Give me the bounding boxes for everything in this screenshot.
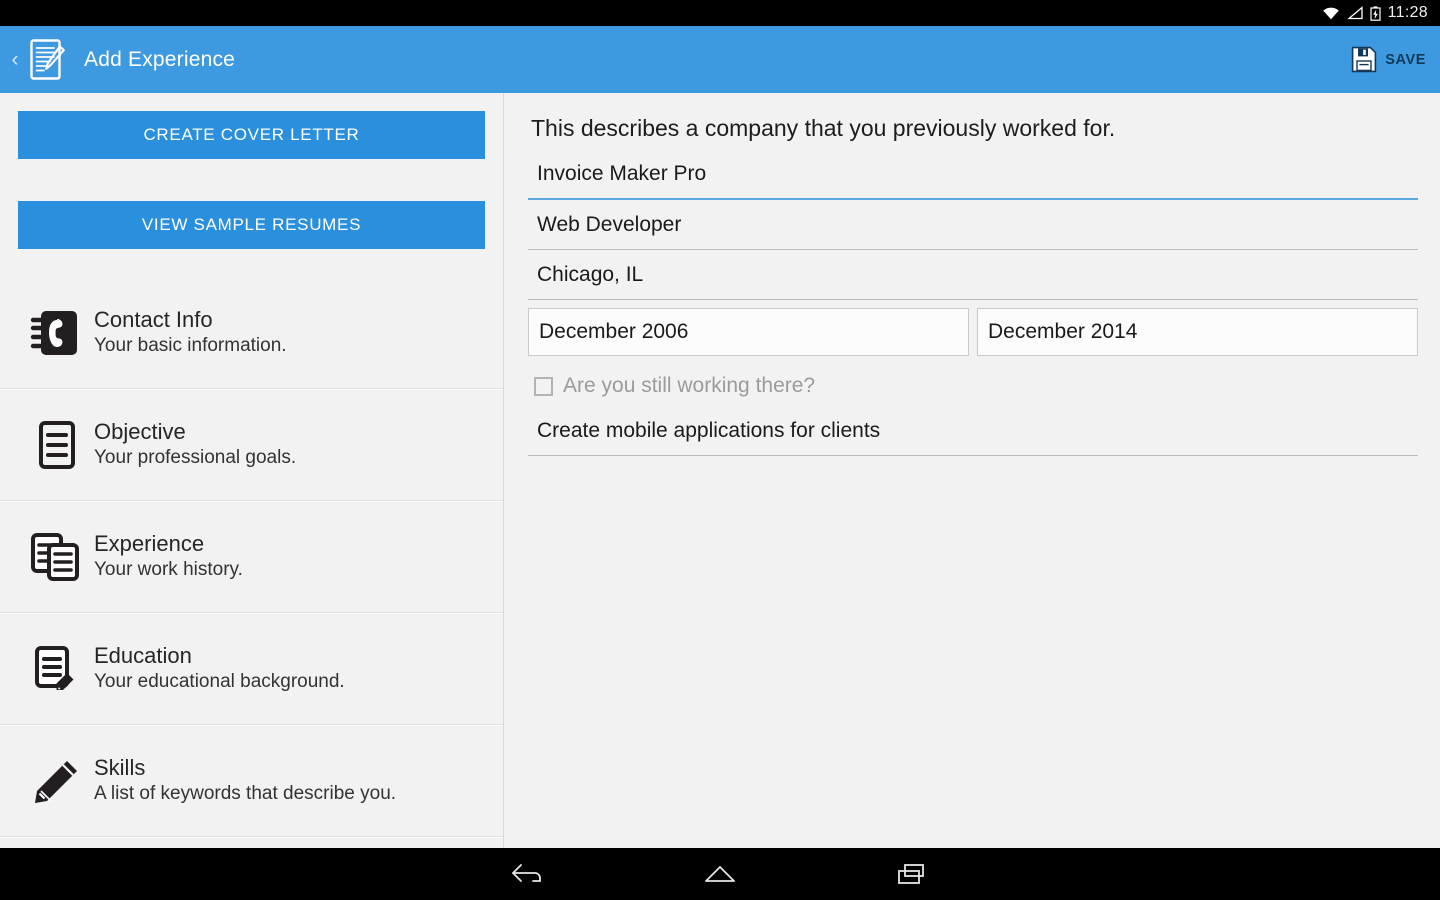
sidebar-item-contact-info[interactable]: Contact Info Your basic information. — [0, 277, 503, 390]
status-clock: 11:28 — [1387, 4, 1428, 21]
wifi-icon — [1322, 7, 1339, 20]
back-arrow-icon — [512, 864, 541, 882]
status-bar: 11:28 — [0, 0, 1440, 26]
recents-icon — [898, 864, 924, 884]
date-range-row: December 2006 December 2014 — [528, 308, 1418, 356]
nav-recents-button[interactable] — [880, 854, 944, 894]
sidebar-item-subtitle: Your professional goals. — [94, 446, 297, 468]
sidebar-item-title: Experience — [94, 530, 205, 556]
save-button[interactable]: SAVE — [1351, 46, 1426, 73]
sidebar-item-title: Skills — [94, 754, 146, 780]
end-date-button[interactable]: December 2014 — [977, 308, 1418, 356]
app-screen: 11:28 ‹ Add Experience SAVE CREATE COVER… — [0, 0, 1440, 900]
nav-back-button[interactable] — [496, 854, 560, 894]
floppy-disk-icon — [1351, 46, 1377, 73]
sidebar-item-subtitle: Your basic information. — [94, 334, 287, 356]
experience-form: This describes a company that you previo… — [504, 93, 1440, 848]
sidebar-item-subtitle: Your work history. — [94, 558, 243, 580]
sidebar-item-text: Education Your educational background. — [94, 643, 345, 695]
back-chevron-icon[interactable]: ‹ — [4, 49, 26, 70]
sidebar-item-objective[interactable]: Objective Your professional goals. — [0, 389, 503, 502]
page-title: Add Experience — [84, 47, 236, 71]
company-input[interactable] — [528, 156, 1418, 200]
still-working-checkbox-row[interactable]: Are you still working there? — [534, 366, 1418, 406]
sidebar-list: Contact Info Your basic information. Obj… — [0, 277, 503, 838]
view-sample-resumes-button[interactable]: VIEW SAMPLE RESUMES — [18, 201, 485, 249]
document-pencil-icon — [30, 38, 65, 80]
sidebar-item-text: Objective Your professional goals. — [94, 419, 296, 471]
sidebar-item-title: Contact Info — [94, 306, 213, 332]
sidebar-item-title: Objective — [94, 418, 186, 444]
sidebar-item-subtitle: Your educational background. — [94, 670, 345, 692]
still-working-checkbox[interactable] — [534, 376, 553, 396]
android-nav-bar — [0, 848, 1440, 900]
sidebar-item-skills[interactable]: Skills A list of keywords that describe … — [0, 725, 503, 838]
document-pencil-icon — [26, 643, 86, 695]
content-area: CREATE COVER LETTER VIEW SAMPLE RESUMES — [0, 93, 1440, 848]
job-title-input[interactable] — [528, 206, 1418, 250]
nav-home-button[interactable] — [688, 854, 752, 894]
sidebar-item-text: Skills A list of keywords that describe … — [94, 755, 396, 807]
start-date-button[interactable]: December 2006 — [528, 308, 969, 356]
sidebar-item-title: Education — [94, 642, 192, 668]
save-label: SAVE — [1385, 51, 1426, 68]
home-icon — [705, 866, 735, 882]
sidebar-item-text: Experience Your work history. — [94, 531, 243, 583]
address-book-icon — [26, 307, 86, 359]
sidebar-item-education[interactable]: Education Your educational background. — [0, 613, 503, 726]
description-input[interactable] — [528, 412, 1418, 456]
signal-icon — [1346, 6, 1363, 20]
sidebar-item-experience[interactable]: Experience Your work history. — [0, 501, 503, 614]
create-cover-letter-button[interactable]: CREATE COVER LETTER — [18, 111, 485, 159]
location-input[interactable] — [528, 256, 1418, 300]
pencil-icon — [26, 755, 86, 807]
battery-charging-icon — [1370, 5, 1381, 21]
still-working-label: Are you still working there? — [563, 374, 816, 397]
document-lines-icon — [26, 419, 86, 471]
sidebar: CREATE COVER LETTER VIEW SAMPLE RESUMES — [0, 93, 504, 848]
form-intro-text: This describes a company that you previo… — [531, 115, 1116, 141]
action-bar: ‹ Add Experience SAVE — [0, 26, 1440, 93]
stacked-documents-icon — [26, 531, 86, 583]
sidebar-item-text: Contact Info Your basic information. — [94, 307, 287, 359]
sidebar-item-subtitle: A list of keywords that describe you. — [94, 782, 397, 804]
